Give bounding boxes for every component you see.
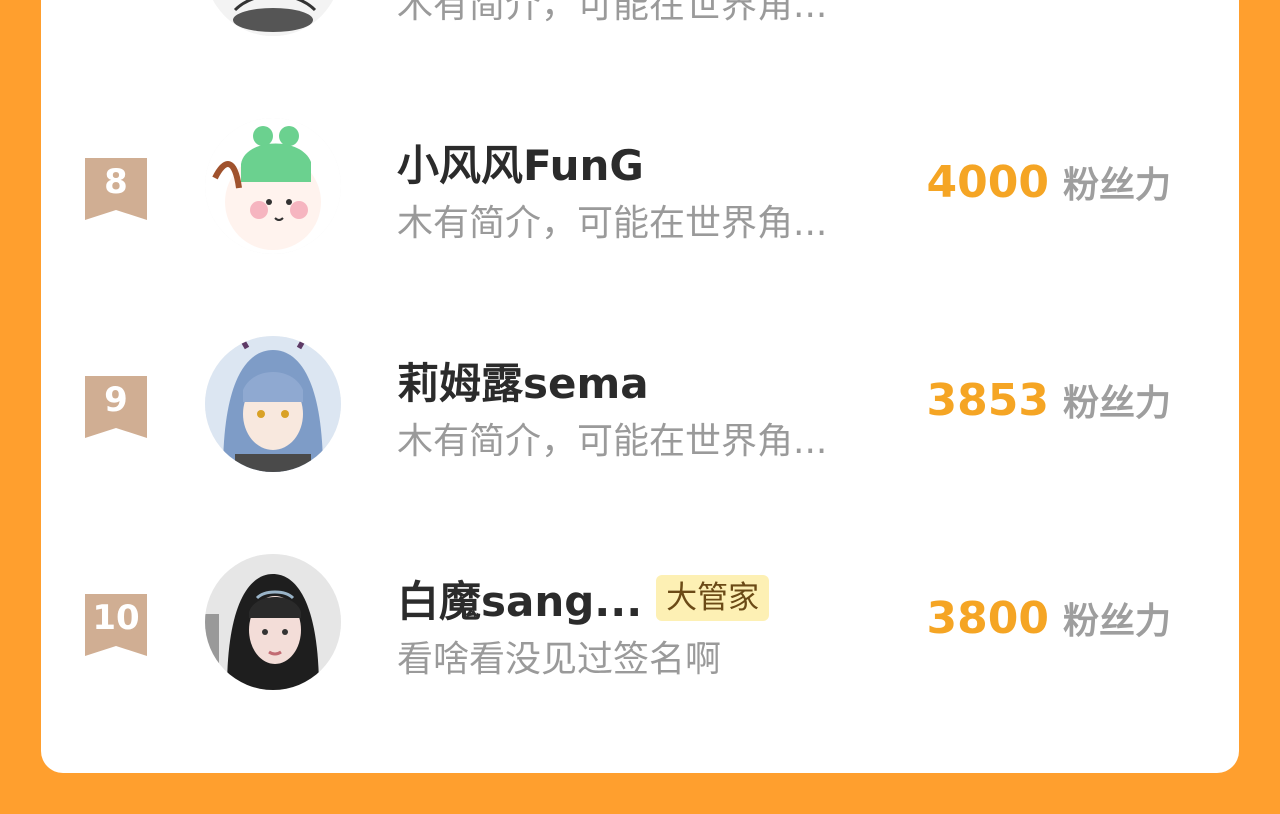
rank-number: 10: [92, 598, 140, 638]
role-badge: 大管家: [656, 575, 770, 621]
score-unit: 粉丝力: [1062, 601, 1171, 642]
avatar[interactable]: [205, 336, 341, 472]
score-unit: 粉丝力: [1062, 165, 1171, 206]
rank-number: 9: [104, 380, 128, 420]
avatar[interactable]: [205, 0, 341, 36]
rank-badge: 8: [85, 158, 147, 220]
score: 3800 粉丝力: [927, 592, 1171, 652]
avatar[interactable]: [205, 554, 341, 690]
score-value: 3800: [926, 593, 1049, 644]
user-name[interactable]: 白魔sang...: [397, 568, 642, 629]
ranking-row[interactable]: 9 莉姆露sema 木有简介，可能在世界角... 3853 粉丝力: [41, 336, 1239, 488]
name-line: 白魔sang... 大管家: [397, 568, 770, 629]
score: 4000 粉丝力: [927, 156, 1171, 216]
bio-text: 木有简介，可能在世界角...: [397, 421, 828, 462]
rank-badge: 9: [85, 376, 147, 438]
score-value: 3853: [926, 375, 1049, 426]
bio-text: 木有简介，可能在世界角...: [397, 203, 828, 244]
bio-text: 木有简介，可能在世界角...: [397, 0, 828, 26]
ranking-row[interactable]: 8 小风风FunG 木有简介，可能在世界角... 4000 粉丝力: [41, 118, 1239, 270]
user-name[interactable]: 莉姆露sema: [397, 350, 649, 411]
rank-badge: 10: [85, 594, 147, 656]
rank-number: 8: [104, 162, 128, 202]
user-name[interactable]: 小风风FunG: [397, 132, 644, 193]
score: 3853 粉丝力: [927, 374, 1171, 434]
avatar[interactable]: [205, 118, 341, 254]
name-line: 莉姆露sema: [397, 352, 649, 408]
ranking-panel: 木有简介，可能在世界角... 8 小风风FunG 木有简介，可能在世界角... …: [41, 0, 1239, 773]
ranking-row[interactable]: 10 白魔sang... 大管家 看啥看没见过签名啊 3800 粉丝力: [41, 554, 1239, 706]
bio-text: 看啥看没见过签名啊: [397, 639, 722, 680]
score-value: 4000: [926, 157, 1049, 208]
name-line: 小风风FunG: [397, 134, 644, 190]
score-unit: 粉丝力: [1062, 383, 1171, 424]
